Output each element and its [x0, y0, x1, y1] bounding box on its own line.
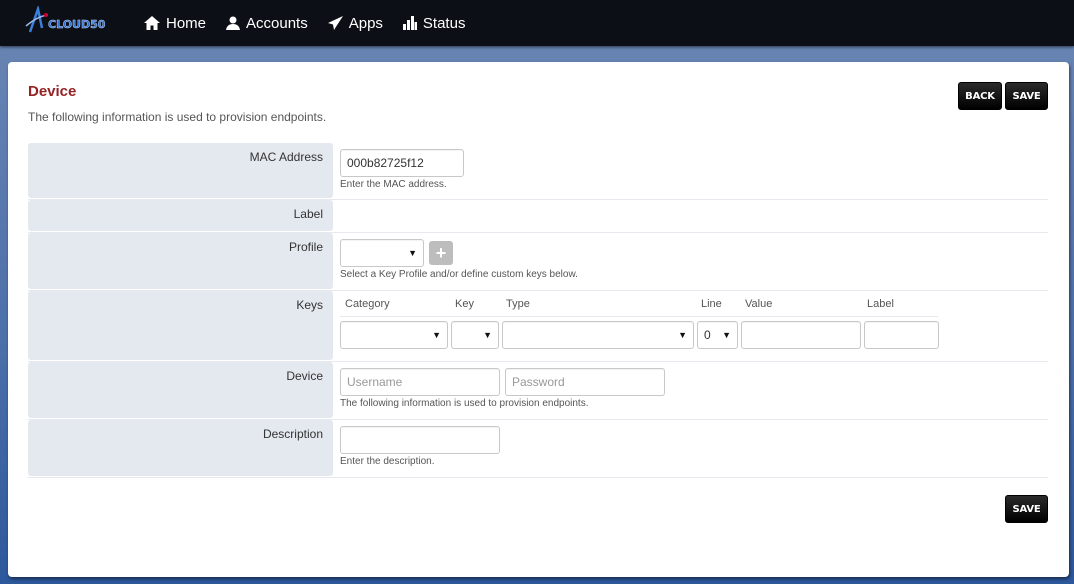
chevron-down-icon: ▼ — [678, 330, 687, 340]
device-row: Device Username Password The following i… — [28, 362, 1048, 420]
description-help: Enter the description. — [340, 456, 435, 467]
keys-header-label: Label — [867, 298, 894, 310]
keys-header-category: Category — [345, 298, 390, 310]
key-line-value: 0 — [704, 328, 711, 342]
mac-address-value: 000b82725f12 — [347, 156, 424, 170]
nav-apps[interactable]: Apps — [327, 14, 383, 32]
mac-row: MAC Address 000b82725f12 Enter the MAC a… — [28, 143, 1048, 200]
password-input[interactable]: Password — [505, 368, 665, 396]
keys-header-value: Value — [745, 298, 773, 310]
description-input[interactable] — [340, 426, 500, 454]
nav-home[interactable]: Home — [144, 15, 206, 32]
profile-help: Select a Key Profile and/or define custo… — [340, 269, 578, 280]
key-line-select[interactable]: 0 ▼ — [697, 321, 738, 349]
nav-home-label: Home — [166, 14, 207, 32]
plus-icon: + — [435, 242, 447, 263]
back-button[interactable]: BACK — [958, 82, 1002, 110]
keys-row: Keys Category Key Type Line Value Label … — [28, 291, 1048, 362]
chevron-down-icon: ▼ — [483, 330, 492, 340]
nav-status[interactable]: Status — [402, 14, 466, 32]
save-button-bottom[interactable]: SAVE — [1005, 495, 1048, 523]
keys-label: Keys — [28, 291, 333, 360]
username-placeholder: Username — [347, 375, 403, 389]
paper-plane-icon — [327, 16, 343, 30]
key-category-select[interactable]: ▼ — [340, 321, 448, 349]
main-nav: Home Accounts Apps Status — [144, 0, 485, 46]
profile-label: Profile — [28, 233, 333, 289]
key-value-input[interactable] — [741, 321, 861, 349]
nav-apps-label: Apps — [348, 14, 383, 32]
add-profile-button[interactable]: + — [429, 241, 453, 265]
description-row: Description Enter the description. — [28, 420, 1048, 478]
device-panel: Device The following information is used… — [8, 62, 1069, 577]
device-label: Device — [28, 362, 333, 418]
mac-address-input[interactable]: 000b82725f12 — [340, 149, 464, 177]
keys-header: Category Key Type Line Value Label — [340, 291, 938, 317]
keys-header-key: Key — [455, 298, 474, 310]
bar-chart-icon — [402, 16, 417, 30]
top-navbar: CLOUD50 Home Accounts Apps Status — [0, 0, 1074, 46]
chevron-down-icon: ▼ — [722, 330, 731, 340]
key-entry-row: ▼ ▼ ▼ 0 ▼ — [340, 321, 1048, 349]
home-icon — [144, 16, 160, 30]
page-title: Device — [28, 83, 77, 100]
chevron-down-icon: ▼ — [408, 248, 417, 258]
description-label: Description — [28, 420, 333, 476]
key-key-select[interactable]: ▼ — [451, 321, 499, 349]
svg-text:CLOUD50: CLOUD50 — [48, 18, 106, 31]
user-icon — [226, 16, 241, 30]
password-placeholder: Password — [512, 375, 565, 389]
nav-accounts-label: Accounts — [246, 14, 308, 32]
profile-row: Profile ▼ + Select a Key Profile and/or … — [28, 233, 1048, 291]
key-type-select[interactable]: ▼ — [502, 321, 694, 349]
chevron-down-icon: ▼ — [432, 330, 441, 340]
mac-help: Enter the MAC address. — [340, 179, 447, 190]
cloud50-logo[interactable]: CLOUD50 — [24, 4, 114, 36]
label-label: Label — [28, 200, 333, 231]
key-label-input[interactable] — [864, 321, 939, 349]
device-help: The following information is used to pro… — [340, 398, 589, 409]
username-input[interactable]: Username — [340, 368, 500, 396]
save-button-top[interactable]: SAVE — [1005, 82, 1048, 110]
nav-accounts[interactable]: Accounts — [226, 15, 308, 32]
profile-select[interactable]: ▼ — [340, 239, 424, 267]
keys-header-line: Line — [701, 298, 722, 310]
label-row: Label — [28, 200, 1048, 233]
nav-status-label: Status — [422, 14, 466, 32]
keys-header-type: Type — [506, 298, 530, 310]
page-subtitle: The following information is used to pro… — [28, 110, 327, 124]
mac-label: MAC Address — [28, 143, 333, 198]
device-form: MAC Address 000b82725f12 Enter the MAC a… — [28, 143, 1048, 478]
